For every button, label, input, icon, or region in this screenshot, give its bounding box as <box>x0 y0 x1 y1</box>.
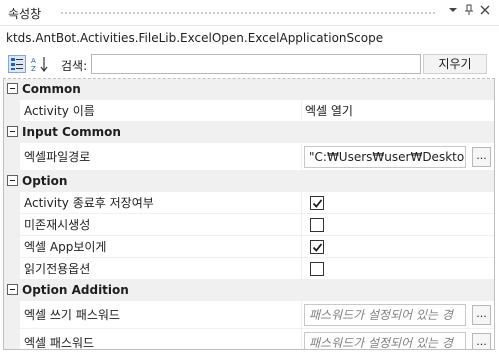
password-expression-button[interactable]: ... <box>472 333 491 349</box>
collapse-toggle-icon[interactable] <box>7 284 18 295</box>
search-input[interactable] <box>91 54 421 74</box>
create-if-missing-checkbox[interactable] <box>310 218 324 232</box>
category-label: Common <box>22 82 81 96</box>
property-row-password[interactable]: 엑셀 패스워드 패스워드가 설정되어 있는 경 ... <box>4 329 494 350</box>
category-common[interactable]: Common <box>4 79 494 100</box>
excel-visible-checkbox[interactable] <box>310 240 324 254</box>
category-label: Option Addition <box>22 283 129 297</box>
property-name: 엑셀 쓰기 패스워드 <box>24 308 120 322</box>
property-name: 엑셀파일경로 <box>24 150 91 164</box>
property-row-excel-file-path[interactable]: 엑셀파일경로 "C:₩Users₩user₩Desktop₩te ... <box>4 143 494 171</box>
svg-text:A: A <box>31 57 36 65</box>
category-label: Option <box>22 174 68 188</box>
property-row-read-only[interactable]: 읽기전용옵션 <box>4 258 494 280</box>
property-row-write-password[interactable]: 엑셀 쓰기 패스워드 패스워드가 설정되어 있는 경 ... <box>4 301 494 329</box>
category-option[interactable]: Option <box>4 171 494 192</box>
selected-type-name: ktds.AntBot.Activities.FileLib.ExcelOpen… <box>6 31 384 45</box>
property-name: 읽기전용옵션 <box>24 262 91 276</box>
checkmark-icon <box>312 199 323 208</box>
property-grid: Common Activity 이름 엑셀 열기 Input Common 엑셀… <box>3 78 495 350</box>
categorized-view-icon[interactable] <box>8 55 26 73</box>
collapse-toggle-icon[interactable] <box>7 175 18 186</box>
property-row-activity-name[interactable]: Activity 이름 엑셀 열기 <box>4 100 494 122</box>
clear-button[interactable]: 지우기 <box>423 54 487 74</box>
panel-title-bar[interactable]: 속성창 <box>0 0 499 26</box>
property-row-save-after-activity[interactable]: Activity 종료후 저장여부 <box>4 192 494 214</box>
dropdown-arrow-icon[interactable] <box>445 4 461 20</box>
collapse-toggle-icon[interactable] <box>7 83 18 94</box>
drag-grip[interactable] <box>60 11 437 16</box>
category-input-common[interactable]: Input Common <box>4 122 494 143</box>
panel-title: 속성창 <box>8 7 42 21</box>
property-name: 엑셀 App보이게 <box>24 240 107 254</box>
password-field[interactable]: 패스워드가 설정되어 있는 경 <box>304 332 466 349</box>
property-name: 엑셀 패스워드 <box>24 336 95 350</box>
collapse-toggle-icon[interactable] <box>7 126 18 137</box>
category-option-addition[interactable]: Option Addition <box>4 280 494 301</box>
alphabetical-sort-icon[interactable]: A Z <box>30 55 50 73</box>
category-label: Input Common <box>22 125 121 139</box>
search-label: 검색: <box>61 59 88 73</box>
file-path-field[interactable]: "C:₩Users₩user₩Desktop₩te <box>304 146 466 168</box>
close-icon[interactable] <box>477 4 493 20</box>
property-name: 미존재시생성 <box>24 218 91 232</box>
checkmark-icon <box>312 243 323 252</box>
write-password-expression-button[interactable]: ... <box>472 305 491 325</box>
property-name: Activity 이름 <box>24 104 95 118</box>
property-value[interactable]: 엑셀 열기 <box>305 100 494 121</box>
read-only-checkbox[interactable] <box>310 262 324 276</box>
write-password-field[interactable]: 패스워드가 설정되어 있는 경 <box>304 304 466 326</box>
save-after-checkbox[interactable] <box>310 196 324 210</box>
pin-icon[interactable] <box>461 4 477 20</box>
property-toolbar: A Z 검색: 지우기 <box>0 52 499 76</box>
browse-button[interactable]: ... <box>472 147 491 167</box>
property-row-create-if-missing[interactable]: 미존재시생성 <box>4 214 494 236</box>
property-row-excel-visible[interactable]: 엑셀 App보이게 <box>4 236 494 258</box>
svg-text:Z: Z <box>31 65 36 73</box>
property-name: Activity 종료후 저장여부 <box>24 196 154 210</box>
